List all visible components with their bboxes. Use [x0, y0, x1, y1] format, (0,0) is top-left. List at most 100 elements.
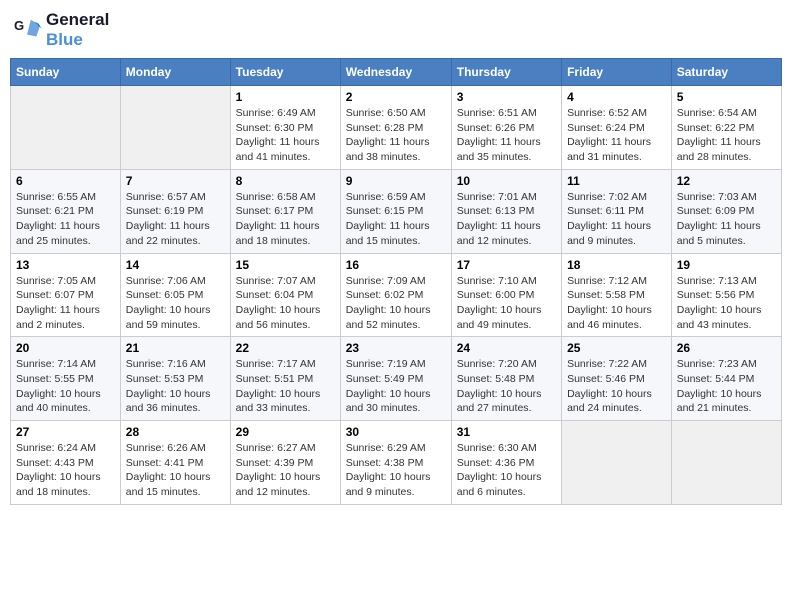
daylight-label: Daylight: 11 hours and 41 minutes.: [236, 136, 320, 163]
sunset-label: Sunset: 6:09 PM: [677, 205, 755, 217]
sunrise-label: Sunrise: 6:55 AM: [16, 191, 96, 203]
calendar-week-2: 6 Sunrise: 6:55 AMSunset: 6:21 PMDaylight…: [11, 169, 782, 253]
day-number: 5: [677, 90, 776, 104]
sunset-label: Sunset: 6:15 PM: [346, 205, 424, 217]
daylight-label: Daylight: 11 hours and 38 minutes.: [346, 136, 430, 163]
day-number: 29: [236, 425, 335, 439]
logo-icon: G: [14, 16, 42, 44]
day-number: 8: [236, 174, 335, 188]
day-number: 26: [677, 341, 776, 355]
day-info: Sunrise: 6:55 AMSunset: 6:21 PMDaylight:…: [16, 190, 115, 249]
day-info: Sunrise: 7:23 AMSunset: 5:44 PMDaylight:…: [677, 357, 776, 416]
day-number: 10: [457, 174, 556, 188]
calendar-cell: 22Sunrise: 7:17 AMSunset: 5:51 PMDayligh…: [230, 337, 340, 421]
day-number: 6: [16, 174, 115, 188]
calendar-cell: [671, 421, 781, 505]
logo: G General Blue: [14, 10, 109, 50]
calendar-cell: [562, 421, 672, 505]
col-header-wednesday: Wednesday: [340, 59, 451, 86]
day-info: Sunrise: 7:01 AM Sunset: 6:13 PM Daylight:…: [457, 190, 556, 249]
day-info: Sunrise: 6:29 AMSunset: 4:38 PMDaylight:…: [346, 441, 446, 500]
day-info: Sunrise: 6:50 AMSunset: 6:28 PMDaylight:…: [346, 106, 446, 165]
sunset-label: Sunset: 4:41 PM: [126, 457, 204, 469]
day-info: Sunrise: 6:51 AMSunset: 6:26 PMDaylight:…: [457, 106, 556, 165]
day-number: 30: [346, 425, 446, 439]
sunrise-label: Sunrise: 6:29 AM: [346, 442, 426, 454]
day-number: 11: [567, 174, 666, 188]
day-info: Sunrise: 6:30 AMSunset: 4:36 PMDaylight:…: [457, 441, 556, 500]
sunrise-label: Sunrise: 7:05 AM: [16, 275, 96, 287]
day-number: 4: [567, 90, 666, 104]
svg-text:G: G: [14, 18, 24, 33]
daylight-label: Daylight: 10 hours and 52 minutes.: [346, 304, 431, 331]
sunrise-label: Sunrise: 7:03 AM: [677, 191, 757, 203]
sunset-label: Sunset: 6:11 PM: [567, 205, 644, 217]
day-info: Sunrise: 6:57 AMSunset: 6:19 PMDaylight:…: [126, 190, 225, 249]
day-number: 9: [346, 174, 446, 188]
day-info: Sunrise: 6:54 AMSunset: 6:22 PMDaylight:…: [677, 106, 776, 165]
daylight-label: Daylight: 10 hours and 33 minutes.: [236, 388, 321, 415]
col-header-sunday: Sunday: [11, 59, 121, 86]
daylight-label: Daylight: 11 hours and 15 minutes.: [346, 220, 430, 247]
sunrise-label: Sunrise: 7:16 AM: [126, 358, 206, 370]
sunset-label: Sunset: 6:30 PM: [236, 122, 314, 134]
daylight-label: Daylight: 10 hours and 27 minutes.: [457, 388, 542, 415]
daylight-label: Daylight: 10 hours and 6 minutes.: [457, 471, 542, 498]
calendar-cell: 14Sunrise: 7:06 AMSunset: 6:05 PMDayligh…: [120, 253, 230, 337]
calendar-cell: 12Sunrise: 7:03 AMSunset: 6:09 PMDayligh…: [671, 169, 781, 253]
day-info: Sunrise: 7:06 AMSunset: 6:05 PMDaylight:…: [126, 274, 225, 333]
sunset-label: Sunset: 6:02 PM: [346, 289, 424, 301]
sunrise-label: Sunrise: 6:26 AM: [126, 442, 206, 454]
day-number: 18: [567, 258, 666, 272]
day-number: 1: [236, 90, 335, 104]
sunrise-label: Sunrise: 7:14 AM: [16, 358, 96, 370]
day-info: Sunrise: 6:52 AMSunset: 6:24 PMDaylight:…: [567, 106, 666, 165]
page-header: G General Blue: [10, 10, 782, 50]
day-number: 20: [16, 341, 115, 355]
day-info: Sunrise: 7:03 AM Sunset: 6:09 PM Daylight:…: [677, 190, 776, 249]
daylight-label: Daylight: 11 hours and 12 minutes.: [457, 220, 541, 247]
sunrise-label: Sunrise: 7:01 AM: [457, 191, 537, 203]
day-number: 24: [457, 341, 556, 355]
day-number: 2: [346, 90, 446, 104]
day-number: 7: [126, 174, 225, 188]
sunrise-label: Sunrise: 6:58 AM: [236, 191, 316, 203]
sunset-label: Sunset: 5:58 PM: [567, 289, 645, 301]
sunset-label: Sunset: 6:13 PM: [457, 205, 535, 217]
calendar-cell: 26 Sunrise: 7:23 AMSunset: 5:44 PMDayligh…: [671, 337, 781, 421]
daylight-label: Daylight: 10 hours and 56 minutes.: [236, 304, 321, 331]
sunrise-label: Sunrise: 6:49 AM: [236, 107, 316, 119]
calendar-cell: 28Sunrise: 6:26 AMSunset: 4:41 PMDayligh…: [120, 421, 230, 505]
calendar-cell: 31 Sunrise: 6:30 AMSunset: 4:36 PMDayligh…: [451, 421, 561, 505]
sunset-label: Sunset: 6:24 PM: [567, 122, 645, 134]
sunset-label: Sunset: 6:26 PM: [457, 122, 535, 134]
day-number: 16: [346, 258, 446, 272]
day-number: 14: [126, 258, 225, 272]
calendar-week-5: 27Sunrise: 6:24 AMSunset: 4:43 PMDayligh…: [11, 421, 782, 505]
day-info: Sunrise: 6:59 AMSunset: 6:15 PMDaylight:…: [346, 190, 446, 249]
calendar-cell: 25Sunrise: 7:22 AMSunset: 5:46 PMDayligh…: [562, 337, 672, 421]
daylight-label: Daylight: 10 hours and 43 minutes.: [677, 304, 762, 331]
calendar-cell: 11Sunrise: 7:02 AMSunset: 6:11 PMDayligh…: [562, 169, 672, 253]
sunset-label: Sunset: 6:19 PM: [126, 205, 204, 217]
day-number: 31: [457, 425, 556, 439]
sunset-label: Sunset: 5:53 PM: [126, 373, 204, 385]
sunset-label: Sunset: 4:43 PM: [16, 457, 94, 469]
daylight-label: Daylight: 11 hours and 35 minutes.: [457, 136, 541, 163]
sunrise-label: Sunrise: 7:06 AM: [126, 275, 206, 287]
daylight-label: Daylight: 10 hours and 9 minutes.: [346, 471, 431, 498]
daylight-label: Daylight: 10 hours and 30 minutes.: [346, 388, 431, 415]
day-info: Sunrise: 7:19 AMSunset: 5:49 PMDaylight:…: [346, 357, 446, 416]
day-info: Sunrise: 7:17 AMSunset: 5:51 PMDaylight:…: [236, 357, 335, 416]
calendar-cell: [11, 86, 121, 170]
calendar-cell: 29Sunrise: 6:27 AMSunset: 4:39 PMDayligh…: [230, 421, 340, 505]
day-info: Sunrise: 7:20 AMSunset: 5:48 PMDaylight:…: [457, 357, 556, 416]
day-number: 19: [677, 258, 776, 272]
sunrise-label: Sunrise: 7:23 AM: [677, 358, 757, 370]
day-info: Sunrise: 7:10 AMSunset: 6:00 PMDaylight:…: [457, 274, 556, 333]
sunset-label: Sunset: 6:05 PM: [126, 289, 204, 301]
sunset-label: Sunset: 6:22 PM: [677, 122, 755, 134]
sunrise-label: Sunrise: 7:19 AM: [346, 358, 426, 370]
sunset-label: Sunset: 6:07 PM: [16, 289, 94, 301]
daylight-label: Daylight: 11 hours and 5 minutes.: [677, 220, 761, 247]
